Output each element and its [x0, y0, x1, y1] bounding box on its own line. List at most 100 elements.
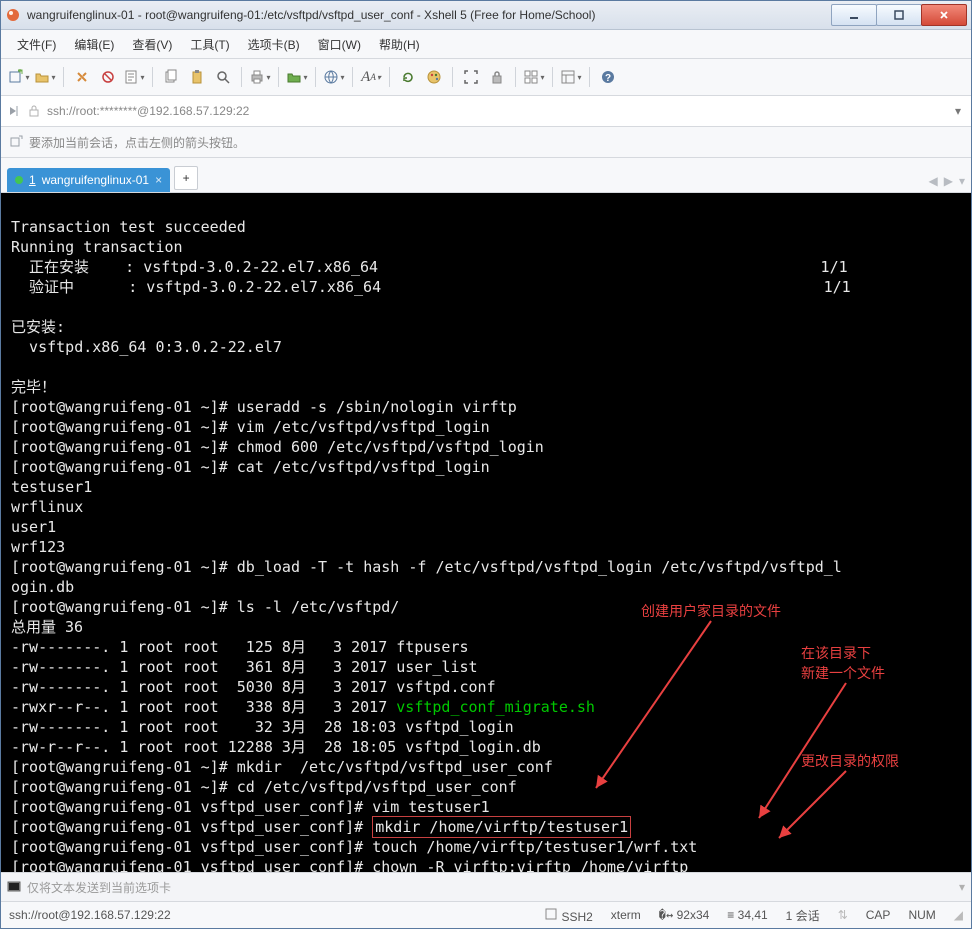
resize-grip-icon[interactable]: ◢ — [954, 908, 963, 922]
app-window: wangruifenglinux-01 - root@wangruifeng-0… — [0, 0, 972, 929]
annotation-2: 在该目录下 新建一个文件 — [801, 643, 885, 683]
font-icon[interactable]: AA▾ — [359, 65, 383, 89]
annotation-1: 创建用户家目录的文件 — [641, 601, 781, 621]
refresh-icon[interactable] — [396, 65, 420, 89]
annotation-3: 更改目录的权限 — [801, 751, 899, 771]
lock-icon — [27, 104, 41, 118]
minimize-button[interactable] — [831, 4, 877, 26]
disconnect-icon[interactable] — [96, 65, 120, 89]
menu-edit[interactable]: 编辑(E) — [66, 34, 122, 55]
status-bar: ssh://root@192.168.57.129:22 SSH2 xterm … — [1, 901, 971, 928]
status-num: NUM — [908, 908, 935, 922]
lock-scroll-icon[interactable] — [485, 65, 509, 89]
address-bar: ssh://root:********@192.168.57.129:22 ▾ — [1, 96, 971, 127]
tab-close-icon[interactable]: × — [155, 173, 162, 187]
term-line: testuser1 — [11, 478, 92, 496]
term-line: wrf123 — [11, 538, 65, 556]
term-line: wrflinux — [11, 498, 83, 516]
send-bar: 仅将文本发送到当前选项卡 ▾ — [1, 872, 971, 901]
menu-tools[interactable]: 工具(T) — [182, 34, 237, 55]
term-line: 正在安装 : vsftpd-3.0.2-22.el7.x86_64 1/1 — [11, 258, 848, 276]
tab-scroll: ◀ ▶ ▾ — [929, 174, 966, 188]
term-line: 验证中 : vsftpd-3.0.2-22.el7.x86_64 1/1 — [11, 278, 851, 296]
layout-icon[interactable]: ▾ — [559, 65, 583, 89]
ssh-icon — [544, 907, 558, 921]
menu-tabs[interactable]: 选项卡(B) — [240, 34, 308, 55]
info-text: 要添加当前会话，点击左侧的箭头按钮。 — [29, 134, 245, 151]
status-sessions: 1 会话 — [786, 907, 820, 924]
info-bar: 要添加当前会话，点击左侧的箭头按钮。 — [1, 127, 971, 158]
term-line: 完毕！ — [11, 378, 56, 396]
copy-icon[interactable] — [159, 65, 183, 89]
status-size: �↔ 92x34 — [659, 908, 710, 922]
tab-next-icon[interactable]: ▶ — [944, 174, 953, 188]
menu-view[interactable]: 查看(V) — [124, 34, 180, 55]
menu-help[interactable]: 帮助(H) — [371, 34, 428, 55]
tab-prev-icon[interactable]: ◀ — [929, 174, 938, 188]
new-tab-button[interactable]: + — [174, 166, 198, 190]
send-dropdown-icon[interactable]: ▾ — [959, 880, 965, 894]
window-title: wangruifenglinux-01 - root@wangruifeng-0… — [27, 8, 832, 22]
term-line: [root@wangruifeng-01 vsftpd_user_conf]# … — [11, 818, 631, 836]
term-line: [root@wangruifeng-01 ~]# vim /etc/vsftpd… — [11, 418, 490, 436]
fullscreen-icon[interactable] — [459, 65, 483, 89]
tile-icon[interactable]: ▾ — [522, 65, 546, 89]
term-line: [root@wangruifeng-01 ~]# ls -l /etc/vsft… — [11, 598, 399, 616]
term-line: -rw-r--r--. 1 root root 12288 3月 28 18:0… — [11, 738, 541, 756]
term-line: -rwxr--r--. 1 root root 338 8月 3 2017 vs… — [11, 698, 595, 716]
menu-window[interactable]: 窗口(W) — [310, 34, 369, 55]
send-mode-icon[interactable] — [7, 880, 21, 894]
status-term: xterm — [611, 908, 641, 922]
term-line: [root@wangruifeng-01 ~]# db_load -T -t h… — [11, 558, 842, 576]
paste-icon[interactable] — [185, 65, 209, 89]
menu-file[interactable]: 文件(F) — [9, 34, 64, 55]
find-icon[interactable] — [211, 65, 235, 89]
tool-bar: ▾ ▾ ▾ ▾ ▾ ▾ AA▾ ▾ ▾ ? — [1, 59, 971, 96]
svg-text:?: ? — [605, 73, 611, 84]
term-line: user1 — [11, 518, 56, 536]
term-line: [root@wangruifeng-01 vsftpd_user_conf]# … — [11, 798, 490, 816]
session-tab[interactable]: 1 wangruifenglinux-01 × — [7, 168, 170, 192]
status-cap: CAP — [866, 908, 891, 922]
term-line: vsftpd.x86_64 0:3.0.2-22.el7 — [11, 338, 282, 356]
term-line: [root@wangruifeng-01 vsftpd_user_conf]# … — [11, 858, 688, 872]
xftp-icon[interactable]: ▾ — [285, 65, 309, 89]
status-updown-icon: ⇅ — [838, 908, 848, 922]
tab-list-icon[interactable]: ▾ — [959, 174, 965, 188]
open-icon[interactable]: ▾ — [33, 65, 57, 89]
tab-label: wangruifenglinux-01 — [42, 173, 149, 187]
print-icon[interactable]: ▾ — [248, 65, 272, 89]
term-line: -rw-------. 1 root root 5030 8月 3 2017 v… — [11, 678, 496, 696]
terminal[interactable]: Transaction test succeeded Running trans… — [1, 193, 971, 872]
add-arrow-icon[interactable] — [7, 104, 21, 118]
status-cursor: ≡ 34,41 — [727, 908, 767, 922]
address-text[interactable]: ssh://root:********@192.168.57.129:22 — [47, 104, 951, 118]
close-button[interactable] — [921, 4, 967, 26]
reconnect-icon[interactable] — [70, 65, 94, 89]
session-status-icon — [15, 176, 23, 184]
palette-icon[interactable] — [422, 65, 446, 89]
properties-icon[interactable]: ▾ — [122, 65, 146, 89]
app-icon — [5, 7, 21, 23]
term-line: 总用量 36 — [11, 618, 83, 636]
help-icon[interactable]: ? — [596, 65, 620, 89]
tab-number: 1 — [29, 173, 36, 187]
term-line: Running transaction — [11, 238, 183, 256]
maximize-button[interactable] — [876, 4, 922, 26]
new-session-icon[interactable]: ▾ — [7, 65, 31, 89]
term-line: ogin.db — [11, 578, 74, 596]
term-line: [root@wangruifeng-01 vsftpd_user_conf]# … — [11, 838, 697, 856]
send-input[interactable]: 仅将文本发送到当前选项卡 — [27, 879, 953, 896]
tab-bar: 1 wangruifenglinux-01 × + ◀ ▶ ▾ — [1, 158, 971, 193]
term-line: -rw-------. 1 root root 32 3月 28 18:03 v… — [11, 718, 514, 736]
term-line: [root@wangruifeng-01 ~]# chmod 600 /etc/… — [11, 438, 544, 456]
info-add-icon[interactable] — [9, 135, 23, 149]
title-bar[interactable]: wangruifenglinux-01 - root@wangruifeng-0… — [1, 1, 971, 30]
term-line: [root@wangruifeng-01 ~]# cd /etc/vsftpd/… — [11, 778, 517, 796]
term-line: -rw-------. 1 root root 125 8月 3 2017 ft… — [11, 638, 469, 656]
term-line: 已安装: — [11, 318, 65, 336]
term-line: -rw-------. 1 root root 361 8月 3 2017 us… — [11, 658, 478, 676]
term-line: [root@wangruifeng-01 ~]# mkdir /etc/vsft… — [11, 758, 553, 776]
address-dropdown-icon[interactable]: ▾ — [951, 104, 965, 118]
globe-icon[interactable]: ▾ — [322, 65, 346, 89]
